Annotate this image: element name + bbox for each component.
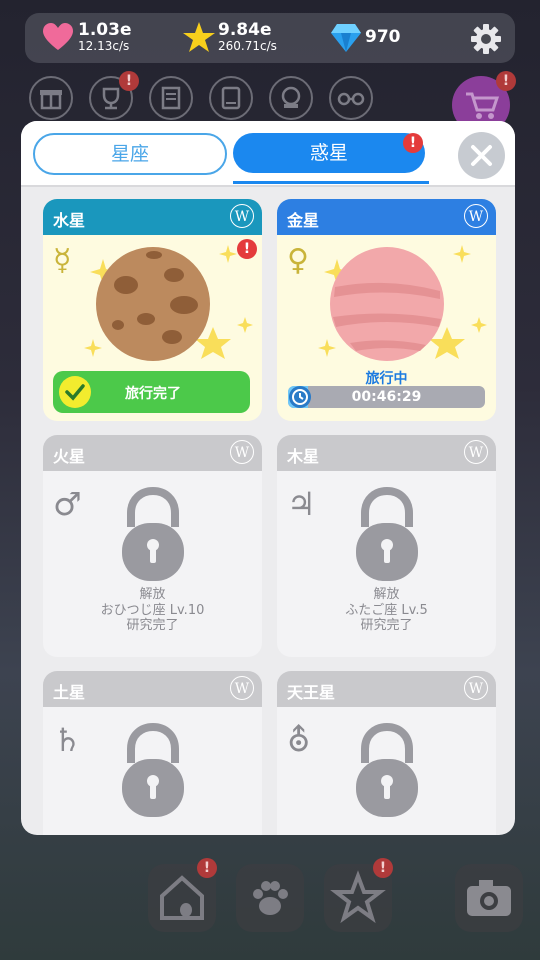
document-button[interactable] — [149, 76, 193, 120]
mercury-planet-image — [96, 247, 210, 361]
document-icon — [161, 86, 181, 110]
close-button[interactable] — [458, 132, 505, 179]
planets-tab-alert-badge: ! — [403, 133, 423, 153]
venus-symbol: ♀ — [287, 243, 309, 278]
unlock-requirement: おひつじ座 Lv.10 — [100, 603, 205, 618]
hearts-rate: 12.13c/s — [78, 39, 130, 53]
clock-icon — [289, 386, 311, 408]
stars-rate: 260.71c/s — [218, 39, 277, 53]
travel-progress-bar: 00:46:29 — [288, 386, 485, 408]
planet-name: 金星 — [287, 211, 320, 230]
glasses-button[interactable] — [329, 76, 373, 120]
wiki-button[interactable]: W — [464, 204, 488, 228]
planet-card-uranus[interactable]: 天王星 W ⛢ — [277, 671, 496, 835]
unlock-condition: 研究完了 — [360, 618, 413, 633]
planet-card-mars[interactable]: 火星 W ♂ 解放 おひつじ座 Lv.10 研究完了 — [43, 435, 262, 657]
padlock-icon — [356, 723, 418, 817]
tab-planets[interactable]: 惑星 — [233, 133, 425, 173]
stars-value: 9.84e — [218, 20, 272, 40]
book-icon — [221, 86, 241, 110]
wiki-button[interactable]: W — [230, 676, 254, 700]
star-icon — [183, 22, 215, 52]
padlock-icon — [356, 487, 418, 581]
diamond-icon — [331, 24, 361, 52]
mercury-symbol: ☿ — [53, 243, 72, 278]
mercury-alert-badge: ! — [237, 239, 257, 259]
venus-planet-image — [330, 247, 444, 361]
trophy-alert-badge: ! — [119, 71, 139, 91]
gift-icon — [40, 90, 62, 110]
planet-name: 木星 — [287, 447, 320, 466]
book-button[interactable] — [209, 76, 253, 120]
saturn-symbol: ♄ — [53, 721, 82, 759]
padlock-icon — [122, 723, 184, 817]
travel-time-remaining: 00:46:29 — [351, 389, 422, 405]
planet-name: 土星 — [53, 683, 86, 702]
shop-alert-badge: ! — [496, 71, 516, 91]
snowglobe-icon — [281, 86, 301, 108]
resource-bar: 1.03e 12.13c/s 9.84e 260.71c/s 970 — [25, 13, 515, 63]
wiki-button[interactable]: W — [230, 204, 254, 228]
constellation-alert-badge: ! — [373, 858, 393, 878]
travel-complete-button[interactable]: 旅行完了 — [53, 371, 250, 413]
tab-bar: 星座 惑星 ! — [21, 121, 515, 187]
mars-symbol: ♂ — [53, 485, 82, 523]
unlock-label: 解放 — [373, 587, 400, 602]
planet-name: 水星 — [53, 211, 86, 230]
planet-name: 火星 — [53, 447, 86, 466]
pets-button[interactable] — [236, 864, 304, 932]
planet-card-venus[interactable]: 金星 W ♀ 旅行中 00:46:29 — [277, 199, 496, 421]
snowglobe-button[interactable] — [269, 76, 313, 120]
gear-icon[interactable] — [471, 24, 501, 54]
planet-name: 天王星 — [287, 683, 336, 702]
active-tab-indicator — [233, 181, 429, 184]
camera-button[interactable] — [455, 864, 523, 932]
planet-card-saturn[interactable]: 土星 W ♄ — [43, 671, 262, 835]
wiki-button[interactable]: W — [230, 440, 254, 464]
check-icon — [59, 376, 91, 408]
glasses-icon — [337, 92, 365, 106]
gems-value: 970 — [365, 27, 401, 47]
tab-constellations[interactable]: 星座 — [33, 133, 227, 175]
camera-icon — [467, 880, 511, 916]
padlock-icon — [122, 487, 184, 581]
uranus-symbol: ⛢ — [287, 721, 311, 759]
hearts-value: 1.03e — [78, 20, 132, 40]
unlock-label: 解放 — [139, 587, 166, 602]
wiki-button[interactable]: W — [464, 676, 488, 700]
close-icon — [471, 145, 492, 166]
travel-complete-label: 旅行完了 — [125, 386, 181, 402]
traveling-label: 旅行中 — [365, 371, 408, 387]
planet-card-jupiter[interactable]: 木星 W ♃ 解放 ふたご座 Lv.5 研究完了 — [277, 435, 496, 657]
planet-card-mercury[interactable]: 水星 W ☿ ! 旅行完了 — [43, 199, 262, 421]
unlock-condition: 研究完了 — [126, 618, 179, 633]
jupiter-symbol: ♃ — [287, 485, 316, 523]
paw-icon — [253, 881, 288, 915]
gift-button[interactable] — [29, 76, 73, 120]
planet-panel: 星座 惑星 ! 水星 W ☿ ! 旅行完了 金星 W ♀ 旅行中 00:46:2… — [21, 121, 515, 835]
wiki-button[interactable]: W — [464, 440, 488, 464]
heart-icon — [43, 23, 73, 50]
home-alert-badge: ! — [197, 858, 217, 878]
unlock-requirement: ふたご座 Lv.5 — [345, 603, 428, 618]
